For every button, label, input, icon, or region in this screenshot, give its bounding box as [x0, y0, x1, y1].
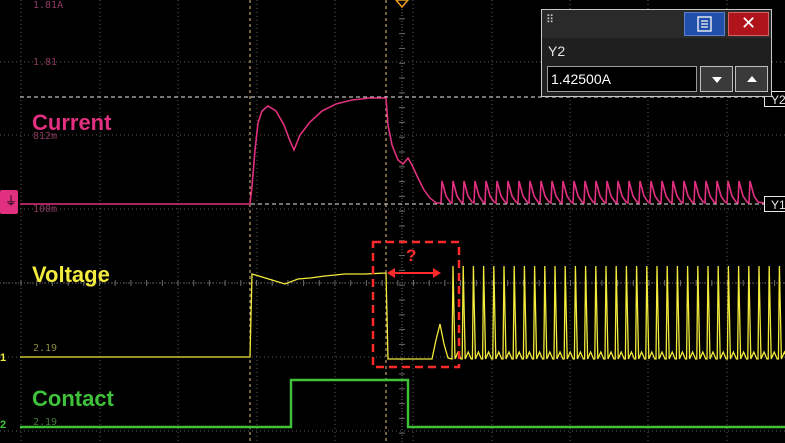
menu-list-icon	[697, 16, 712, 32]
dialog-close-button[interactable]: ✕	[728, 12, 769, 36]
contact-label: Contact	[32, 386, 114, 411]
channel-current-marker[interactable]: ⏚	[0, 190, 18, 214]
cursor-value-input[interactable]: 1.42500A	[547, 66, 697, 92]
scale-label-5: 2.19	[33, 417, 58, 428]
scale-label-4: 2.19	[33, 343, 58, 354]
voltage-label: Voltage	[32, 262, 110, 287]
value-increment-button[interactable]	[735, 66, 768, 92]
scale-label-1: 1.81	[33, 57, 58, 68]
cursor-tag-y1[interactable]: Y1	[764, 196, 785, 212]
channel-1-marker[interactable]: 1	[0, 352, 6, 364]
value-decrement-button[interactable]	[700, 66, 733, 92]
current-label: Current	[32, 110, 112, 135]
dialog-menu-button[interactable]	[684, 12, 725, 36]
scale-label-top: 1.81A	[33, 0, 64, 11]
triangle-up-icon	[747, 76, 757, 82]
cursor-y2-dialog: ⠿ ✕ Y2 1.42500A	[541, 9, 772, 97]
drag-grip-icon[interactable]: ⠿	[546, 14, 554, 25]
cursor-field-label: Y2	[548, 43, 566, 59]
question-mark-annotation: ?	[406, 246, 417, 265]
ground-icon: ⏚	[5, 194, 18, 208]
trigger-position-marker[interactable]	[395, 0, 409, 9]
x-cursors	[249, 0, 387, 443]
triangle-down-icon	[712, 77, 722, 83]
close-icon: ✕	[740, 13, 757, 34]
channel-2-marker[interactable]: 2	[0, 419, 6, 431]
oscilloscope-screen: 1.81A 1.81 812m 100m 2.19 2.19 Current V…	[0, 0, 785, 443]
scale-label-3: 100m	[33, 204, 58, 215]
dialog-titlebar[interactable]: ⠿ ✕	[542, 10, 771, 38]
